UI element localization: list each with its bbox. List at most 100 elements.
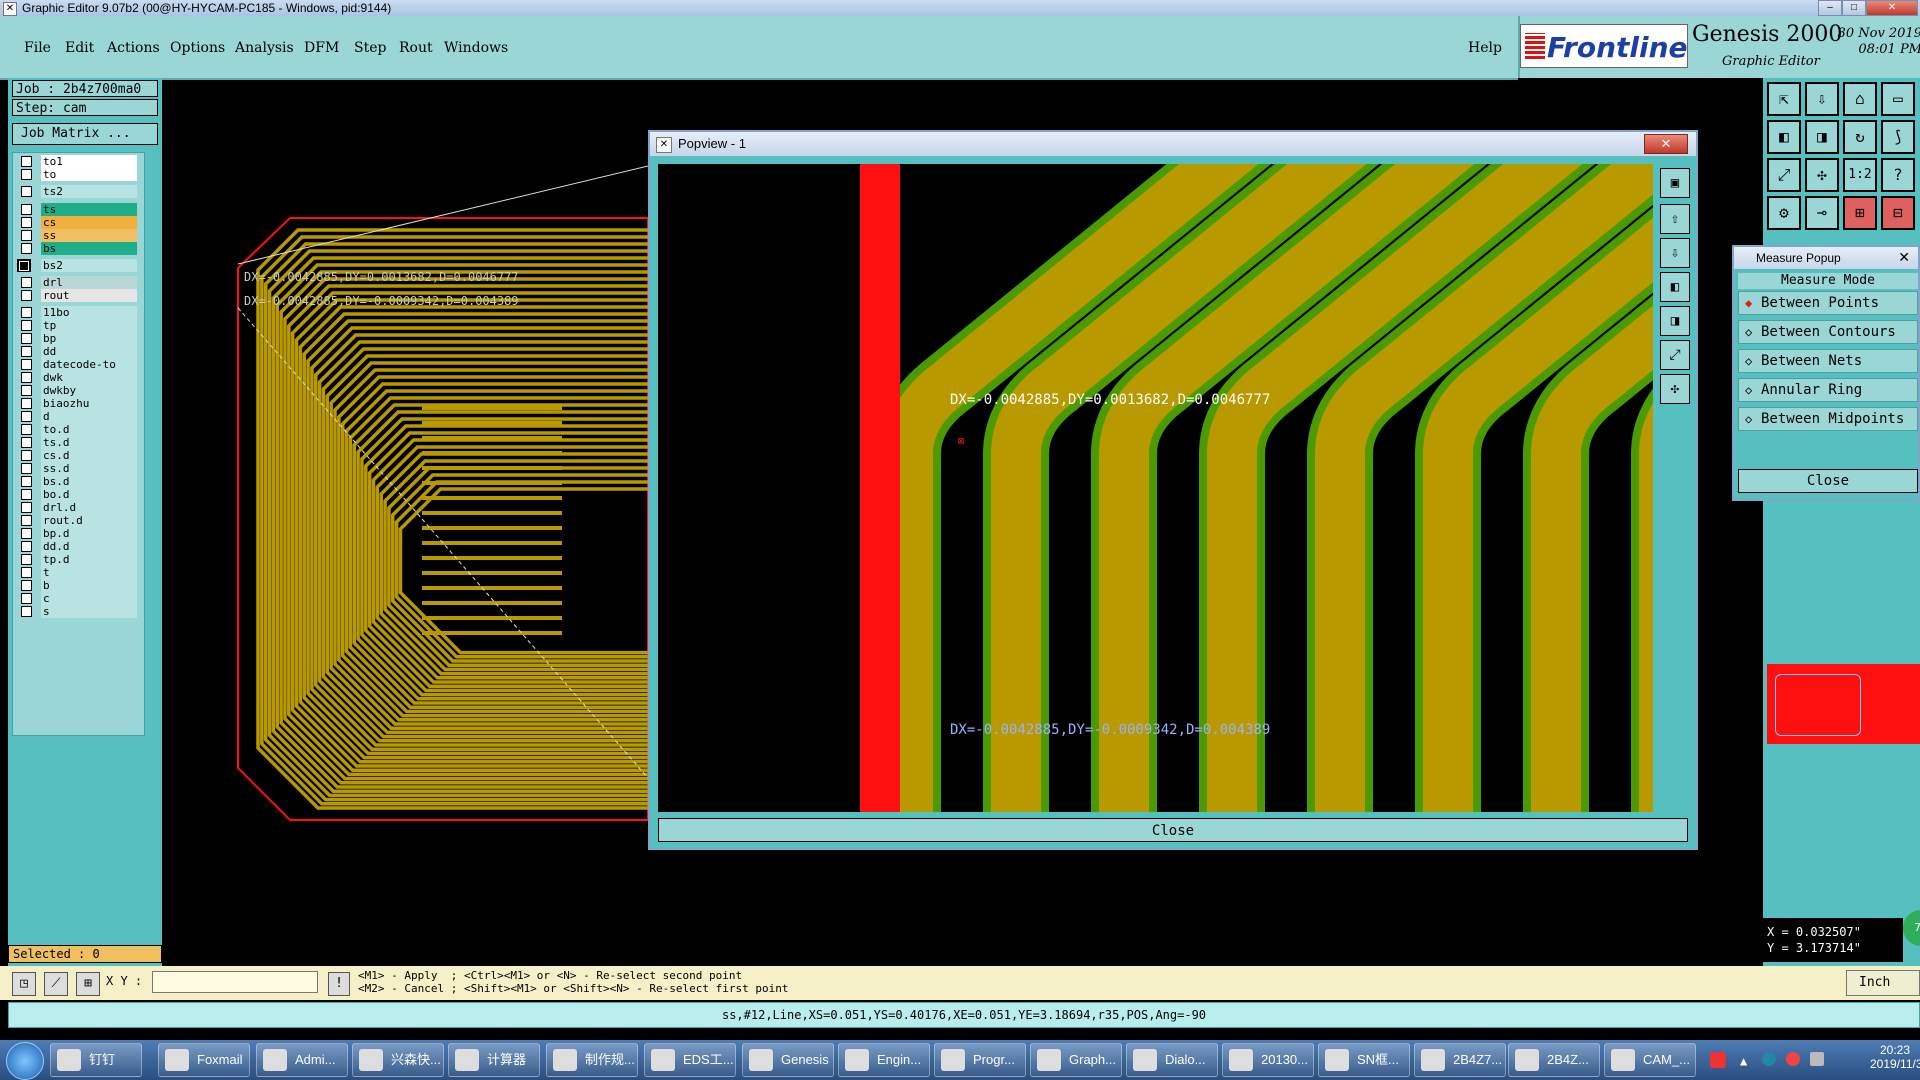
net-alt-icon[interactable]: ⊟ bbox=[1881, 196, 1915, 230]
layer-checkbox[interactable] bbox=[21, 541, 32, 552]
menu-dfm[interactable]: DFM bbox=[304, 40, 339, 56]
close-window-button[interactable]: ✕ bbox=[1866, 0, 1918, 16]
pv-down-icon[interactable]: ⇩ bbox=[1660, 238, 1690, 268]
taskbar-item[interactable]: Dialo... bbox=[1126, 1043, 1218, 1077]
pv-zoom-icon[interactable]: ▣ bbox=[1660, 168, 1690, 198]
taskbar-item[interactable]: Foxmail bbox=[158, 1043, 250, 1077]
minimize-button[interactable]: – bbox=[1818, 0, 1842, 16]
measure-option-between-nets[interactable]: ◇ Between Nets bbox=[1738, 349, 1918, 373]
taskbar-item[interactable]: Graph... bbox=[1030, 1043, 1122, 1077]
maximize-button[interactable]: □ bbox=[1842, 0, 1866, 16]
layer-row[interactable]: s bbox=[17, 605, 140, 618]
taskbar-item[interactable]: Progr... bbox=[934, 1043, 1026, 1077]
layer-row[interactable]: bp bbox=[17, 332, 140, 345]
measure-tool-icon[interactable]: ⊸ bbox=[1805, 196, 1839, 230]
layer-row[interactable]: ss bbox=[17, 229, 140, 242]
start-button[interactable] bbox=[6, 1042, 44, 1080]
unit-selector[interactable]: Inch bbox=[1846, 970, 1920, 996]
tray-network-icon[interactable] bbox=[1762, 1052, 1776, 1066]
tool-grid-icon[interactable]: ⊞ bbox=[76, 972, 100, 996]
taskbar-item[interactable]: 钉钉 bbox=[50, 1043, 142, 1077]
layer-row[interactable]: 11bo bbox=[17, 306, 140, 319]
layer-checkbox[interactable] bbox=[21, 359, 32, 370]
alert-icon[interactable]: ! bbox=[328, 972, 350, 996]
layer-row[interactable]: ts2 bbox=[17, 185, 140, 198]
layer-checkbox[interactable] bbox=[21, 450, 32, 461]
layer-checkbox[interactable] bbox=[21, 372, 32, 383]
pv-fit-icon[interactable]: ⤢ bbox=[1660, 340, 1690, 370]
layer-row[interactable]: cs bbox=[17, 216, 140, 229]
taskbar-item[interactable]: 兴森快... bbox=[352, 1043, 444, 1077]
job-matrix-button[interactable]: Job Matrix ... bbox=[12, 123, 158, 145]
menu-edit[interactable]: Edit bbox=[65, 40, 94, 56]
measure-option-between-midpoints[interactable]: ◇ Between Midpoints bbox=[1738, 407, 1918, 431]
rotate-icon[interactable]: ↻ bbox=[1843, 120, 1877, 154]
layer-row[interactable]: c bbox=[17, 592, 140, 605]
layer-row[interactable]: rout.d bbox=[17, 514, 140, 527]
layer-row[interactable]: cs.d bbox=[17, 449, 140, 462]
fit-icon[interactable]: ⤢ bbox=[1767, 158, 1801, 192]
pv-left-icon[interactable]: ◧ bbox=[1660, 272, 1690, 302]
taskbar-item[interactable]: 20130... bbox=[1222, 1043, 1314, 1077]
xy-input[interactable] bbox=[152, 971, 318, 993]
menu-rout[interactable]: Rout bbox=[399, 40, 433, 56]
layer-row[interactable]: ss.d bbox=[17, 462, 140, 475]
measure-option-annular-ring[interactable]: ◇ Annular Ring bbox=[1738, 378, 1918, 402]
tool-select-icon[interactable]: ◳ bbox=[12, 972, 36, 996]
layer-checkbox[interactable] bbox=[21, 186, 32, 197]
layer-row[interactable]: t bbox=[17, 566, 140, 579]
layer-checkbox[interactable] bbox=[21, 204, 32, 215]
layer-checkbox[interactable] bbox=[21, 515, 32, 526]
pv-center-icon[interactable]: ✣ bbox=[1660, 374, 1690, 404]
taskbar-item[interactable]: 2B4Z... bbox=[1508, 1043, 1600, 1077]
layer-checkbox[interactable] bbox=[21, 290, 32, 301]
layer-row[interactable]: bs2 bbox=[17, 259, 140, 272]
layer-row[interactable]: drl.d bbox=[17, 501, 140, 514]
layer-row[interactable]: ts bbox=[17, 203, 140, 216]
tray-arrow-icon[interactable]: ▲ bbox=[1740, 1054, 1747, 1068]
layer-checkbox[interactable] bbox=[21, 243, 32, 254]
layer-checkbox[interactable] bbox=[21, 169, 32, 180]
layer-checkbox[interactable] bbox=[21, 230, 32, 241]
layer-checkbox[interactable] bbox=[21, 606, 32, 617]
layer-checkbox[interactable] bbox=[21, 411, 32, 422]
tray-volume-icon[interactable] bbox=[1810, 1052, 1824, 1066]
taskbar-item[interactable]: Engin... bbox=[838, 1043, 930, 1077]
menu-actions[interactable]: Actions bbox=[107, 40, 160, 56]
menu-options[interactable]: Options bbox=[170, 40, 225, 56]
menu-help[interactable]: Help bbox=[1468, 40, 1502, 56]
layer-checkbox[interactable] bbox=[21, 593, 32, 604]
layer-checkbox[interactable] bbox=[21, 489, 32, 500]
taskbar-item[interactable]: 制作规... bbox=[546, 1043, 638, 1077]
layer-checkbox[interactable] bbox=[21, 580, 32, 591]
window-icon[interactable]: ▭ bbox=[1881, 82, 1915, 116]
tray-security-icon[interactable] bbox=[1786, 1052, 1800, 1066]
tray-sogou-icon[interactable] bbox=[1710, 1052, 1726, 1068]
layer-row[interactable]: dwkby bbox=[17, 384, 140, 397]
layer-checkbox[interactable] bbox=[21, 528, 32, 539]
layer-row[interactable]: bs bbox=[17, 242, 140, 255]
net-icon[interactable]: ⊞ bbox=[1843, 196, 1877, 230]
taskbar-item[interactable]: 计算器 bbox=[448, 1043, 540, 1077]
layer-row[interactable]: to bbox=[17, 168, 140, 181]
layer-row[interactable]: bs.d bbox=[17, 475, 140, 488]
measure-close-icon[interactable]: ✕ bbox=[1898, 249, 1910, 266]
layer-checkbox[interactable] bbox=[21, 307, 32, 318]
layer-checkbox[interactable] bbox=[21, 554, 32, 565]
layer-row[interactable]: b bbox=[17, 579, 140, 592]
menu-file[interactable]: File bbox=[24, 40, 51, 56]
pv-up-icon[interactable]: ⇧ bbox=[1660, 204, 1690, 234]
layer-checkbox[interactable] bbox=[21, 424, 32, 435]
layer-checkbox[interactable] bbox=[21, 567, 32, 578]
layer-row[interactable]: bp.d bbox=[17, 527, 140, 540]
measure-option-between-points[interactable]: ◆ Between Points bbox=[1738, 291, 1918, 315]
zoom-home-icon[interactable]: ⇱ bbox=[1767, 82, 1801, 116]
taskbar-item[interactable]: Admi... bbox=[256, 1043, 348, 1077]
layer-row[interactable]: biaozhu bbox=[17, 397, 140, 410]
taskbar-item[interactable]: EDS工... bbox=[644, 1043, 736, 1077]
taskbar-item[interactable]: 2B4Z7... bbox=[1414, 1043, 1506, 1077]
settings-icon[interactable]: ⚙ bbox=[1767, 196, 1801, 230]
taskbar-item[interactable]: Genesis bbox=[742, 1043, 834, 1077]
layer-checkbox[interactable] bbox=[17, 259, 31, 272]
home-icon[interactable]: ⌂ bbox=[1843, 82, 1877, 116]
